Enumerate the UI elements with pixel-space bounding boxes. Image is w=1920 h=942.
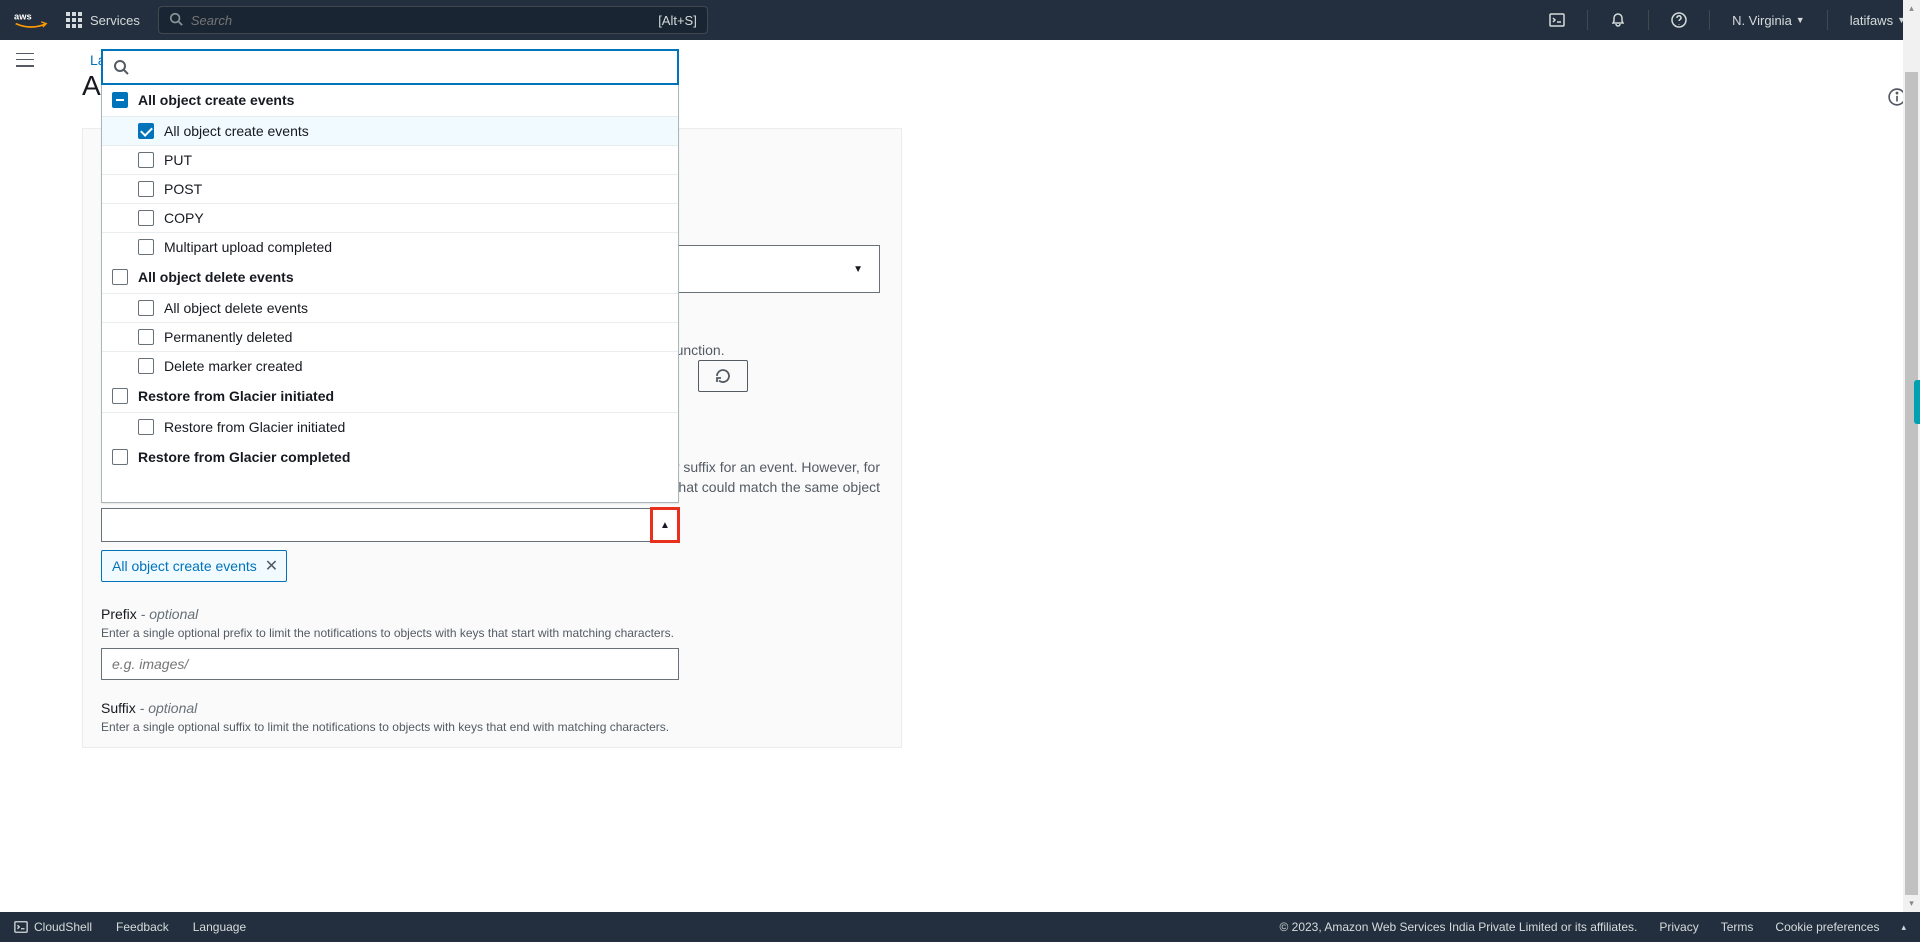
page-scrollbar[interactable]: ▴ ▾ [1903,0,1920,912]
suffix-label: Suffix - optional [101,700,669,716]
search-icon [169,12,183,29]
event-types-select[interactable]: ▲ [101,508,679,542]
event-option[interactable]: Permanently deleted [102,322,678,351]
account-menu[interactable]: latifaws▼ [1850,13,1906,28]
checkbox[interactable] [138,210,154,226]
event-group[interactable]: All object delete events [102,261,678,293]
event-option[interactable]: Delete marker created [102,351,678,380]
option-label: All object create events [164,123,309,139]
group-label: All object delete events [138,269,294,285]
services-link[interactable]: Services [90,13,140,28]
selected-event-token: All object create events ✕ [101,550,287,582]
region-selector[interactable]: N. Virginia▼ [1732,13,1805,28]
services-grid-icon[interactable] [66,12,82,28]
checkbox[interactable] [112,449,128,465]
side-nav-toggle[interactable] [16,53,34,67]
dropdown-toggle[interactable]: ▲ [650,507,680,543]
prefix-field: Prefix - optional Enter a single optiona… [101,606,679,680]
prefix-input[interactable] [101,648,679,680]
group-label: Restore from Glacier initiated [138,388,334,404]
option-label: All object delete events [164,300,308,316]
checkbox[interactable] [138,152,154,168]
group-label: All object create events [138,92,294,108]
group-label: Restore from Glacier completed [138,449,350,465]
event-option[interactable]: All object delete events [102,293,678,322]
caret-up-icon: ▲ [660,520,670,531]
checkbox[interactable] [138,329,154,345]
search-shortcut: [Alt+S] [658,13,697,28]
option-label: POST [164,181,202,197]
notifications-icon[interactable] [1610,12,1626,28]
event-group[interactable]: Restore from Glacier completed [102,441,678,473]
option-label: Permanently deleted [164,329,292,345]
option-label: COPY [164,210,204,226]
event-option[interactable]: All object create events [102,116,678,145]
terms-link[interactable]: Terms [1721,920,1754,934]
dropdown-list[interactable]: All object create events All object creat… [102,84,678,502]
checkbox[interactable] [138,181,154,197]
checkbox[interactable] [138,123,154,139]
suffix-help: Enter a single optional suffix to limit … [101,720,669,734]
cloudshell-icon[interactable] [1549,12,1565,28]
cloudshell-link[interactable]: CloudShell [14,920,92,934]
event-option[interactable]: POST [102,174,678,203]
option-label: PUT [164,152,192,168]
prefix-help: Enter a single optional prefix to limit … [101,626,679,640]
checkbox[interactable] [112,92,128,108]
global-search-input[interactable] [191,13,658,28]
event-option[interactable]: Restore from Glacier initiated [102,412,678,441]
remove-token-button[interactable]: ✕ [265,556,278,576]
language-link[interactable]: Language [193,920,246,934]
global-search[interactable]: [Alt+S] [158,6,708,34]
helper-text-fragment: or suffix for an event. However, for tha… [660,458,880,497]
event-group[interactable]: All object create events [102,84,678,116]
help-icon[interactable] [1671,12,1687,28]
token-label: All object create events [112,558,257,574]
svg-text:aws: aws [14,11,32,21]
checkbox[interactable] [138,419,154,435]
feedback-tab[interactable] [1914,380,1920,424]
option-label: Multipart upload completed [164,239,332,255]
privacy-link[interactable]: Privacy [1659,920,1698,934]
copyright-text: © 2023, Amazon Web Services India Privat… [1279,920,1637,934]
search-icon [113,59,129,75]
event-group[interactable]: Restore from Glacier initiated [102,380,678,412]
aws-logo[interactable]: aws [14,10,48,30]
cookie-prefs-link[interactable]: Cookie preferences [1775,920,1879,934]
feedback-link[interactable]: Feedback [116,920,169,934]
prefix-label: Prefix - optional [101,606,679,622]
event-option[interactable]: PUT [102,145,678,174]
footer-bar: CloudShell Feedback Language © 2023, Ama… [0,912,1920,942]
caret-up-icon: ▴ [1901,922,1906,933]
caret-down-icon: ▼ [853,264,863,275]
option-label: Delete marker created [164,358,303,374]
event-types-dropdown: All object create events All object creat… [101,49,679,503]
event-option[interactable]: COPY [102,203,678,232]
option-label: Restore from Glacier initiated [164,419,345,435]
checkbox[interactable] [138,239,154,255]
checkbox[interactable] [138,300,154,316]
checkbox[interactable] [112,388,128,404]
checkbox[interactable] [138,358,154,374]
top-nav: aws Services [Alt+S] N. Virginia▼ latifa… [0,0,1920,40]
checkbox[interactable] [112,269,128,285]
dropdown-search[interactable] [101,49,679,85]
suffix-field: Suffix - optional Enter a single optiona… [101,700,669,734]
event-option[interactable]: Multipart upload completed [102,232,678,261]
cloudshell-icon [14,920,28,934]
caret-down-icon: ▼ [1796,15,1805,25]
refresh-button[interactable] [698,360,748,392]
